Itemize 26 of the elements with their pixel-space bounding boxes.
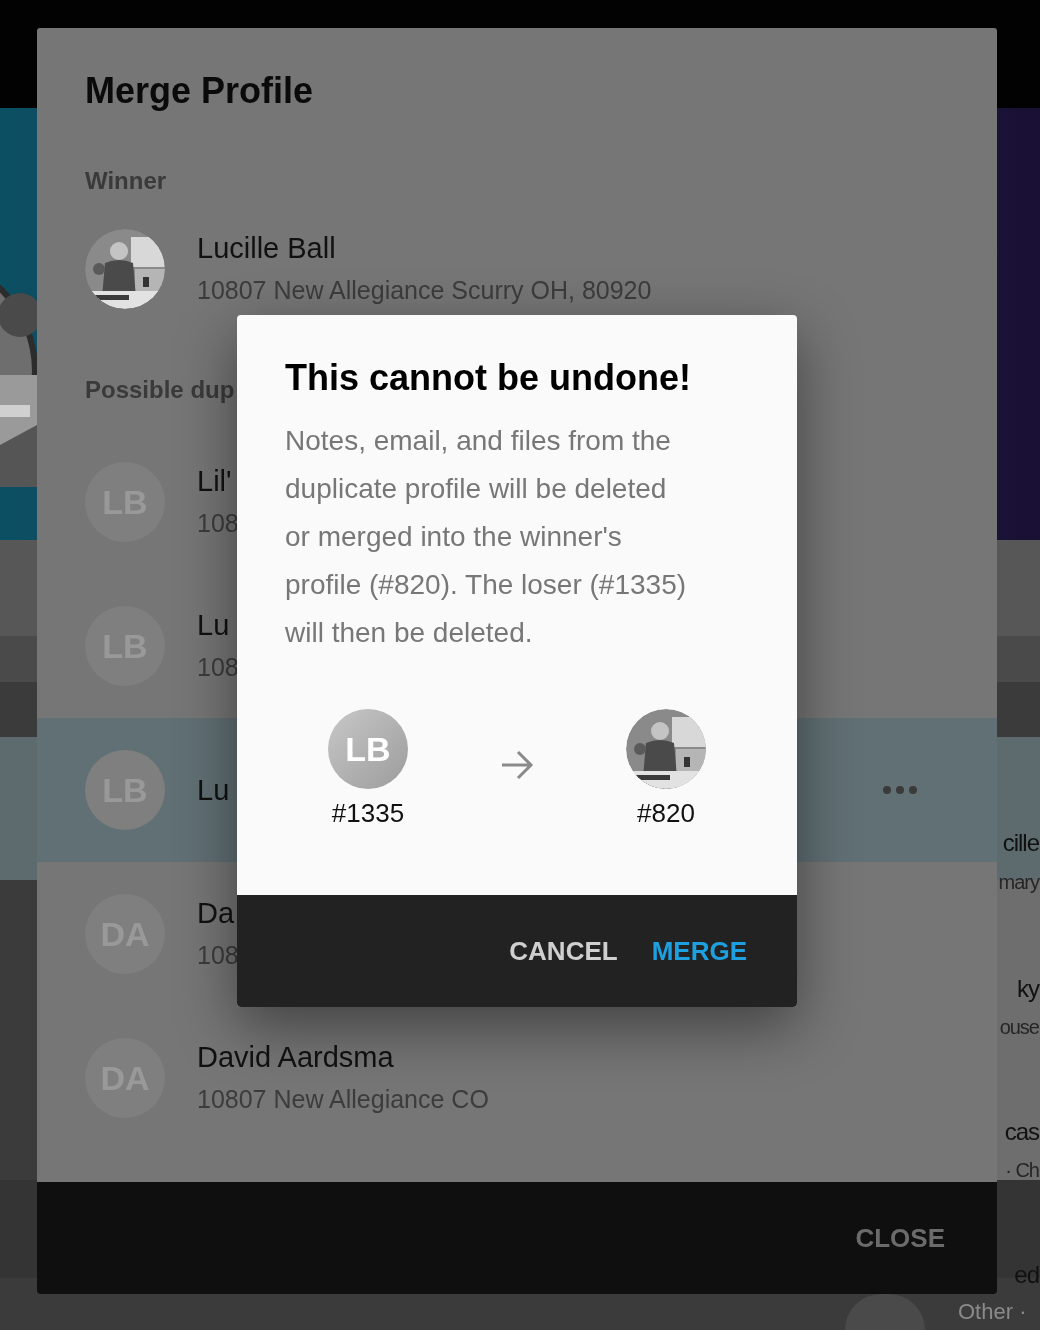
list-item-detail: mary	[998, 870, 1039, 895]
list-item-name: ky	[1017, 974, 1039, 1004]
profile-id: #1335	[331, 797, 405, 830]
list-item-detail: ouse	[999, 1015, 1039, 1040]
profile-address: 10807 New Allegiance CO	[197, 1084, 489, 1115]
list-item-detail: · Ch	[1005, 1158, 1039, 1183]
list-item-name: cille	[1002, 828, 1039, 858]
profile-address: 108	[197, 652, 239, 683]
profile-address: 10807 New Allegiance Scurry OH, 80920	[197, 275, 652, 306]
section-label: Possible dup	[85, 375, 235, 405]
profile-address: 108	[197, 508, 239, 539]
profile-name: Lucille Ball	[197, 231, 336, 266]
dialog-title: Merge Profile	[84, 69, 315, 113]
warning-message: Notes, email, and files from the duplicate profile will be deleted or merged into the winner's profile (#820). The loser (#1335) will then be deleted.	[285, 424, 688, 650]
profile-name: Da	[197, 896, 235, 931]
avatar: LB	[328, 709, 408, 789]
profile-name: Lil'	[197, 464, 232, 499]
profile-name: Lu	[197, 608, 230, 643]
profile-id: #820	[637, 797, 695, 830]
profile-address: 108	[197, 940, 239, 971]
list-item-detail: Other ·	[958, 1298, 1027, 1326]
profile-name: Lu	[197, 773, 230, 808]
profile-name: David Aardsma	[197, 1040, 394, 1075]
section-label: Winner	[85, 166, 167, 196]
list-item-name: cas	[1004, 1117, 1039, 1147]
dialog-title: This cannot be undone!	[285, 356, 691, 400]
